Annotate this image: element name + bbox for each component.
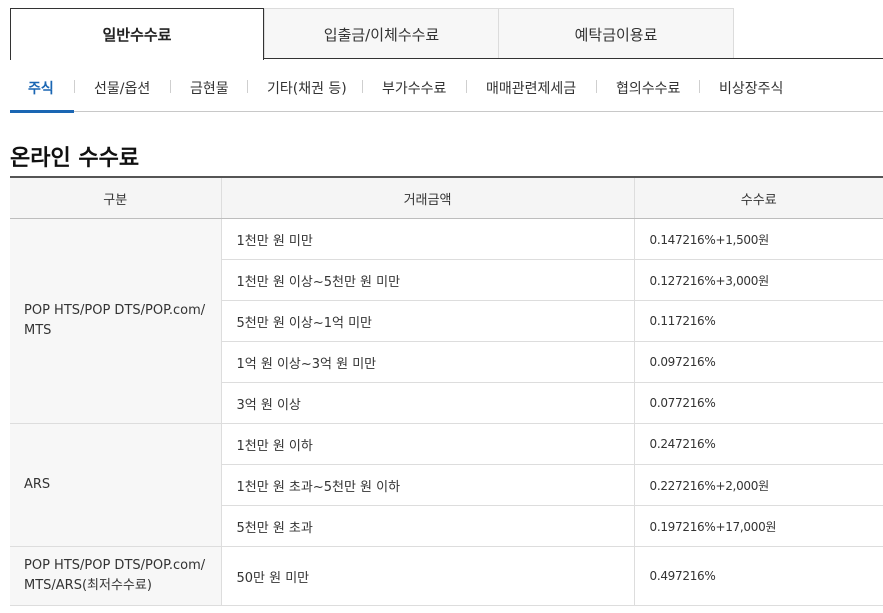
fee-cell: 0.147216%+1,500원 <box>633 218 883 260</box>
table-row: POP HTS/POP DTS/POP.com/ MTS/ARS(최저수수료) … <box>10 546 883 606</box>
group-label-line2: MTS/ARS(최저수수료) <box>24 578 152 593</box>
fee-cell: 0.097216% <box>633 341 883 383</box>
table-row: ARS 1천만 원 이하 0.247216% <box>10 423 883 547</box>
sub-tab-bar: 주식 선물/옵션 금현물 기타(채권 등) 부가수수료 매매관련제세금 협의수수… <box>10 60 883 112</box>
amount-cell: 1천만 원 이하 <box>220 423 634 465</box>
sub-tab-underline <box>10 111 883 112</box>
amount-cell: 1천만 원 초과~5천만 원 이하 <box>220 464 634 506</box>
group-label-line1: POP HTS/POP DTS/POP.com/ <box>24 303 206 318</box>
subtab-separator <box>247 80 248 93</box>
group-label-line1: POP HTS/POP DTS/POP.com/ <box>24 558 206 573</box>
subtab-negotiated-fee[interactable]: 협의수수료 <box>616 78 680 98</box>
subtab-active-indicator <box>10 110 74 113</box>
table-row: POP HTS/POP DTS/POP.com/ MTS 1천만 원 미만 0.… <box>10 218 883 424</box>
tab-deposit-interest[interactable]: 예탁금이용료 <box>498 8 734 59</box>
group-cell-ars: ARS <box>10 423 221 547</box>
subtab-unlisted-stock[interactable]: 비상장주식 <box>719 78 783 98</box>
subtab-separator <box>596 80 597 93</box>
group-label-line1: ARS <box>24 477 51 492</box>
subtab-stock[interactable]: 주식 <box>28 78 54 98</box>
tab-general-fee[interactable]: 일반수수료 <box>10 8 264 60</box>
subtab-gold-spot[interactable]: 금현물 <box>190 78 229 98</box>
amount-cell: 3억 원 이상 <box>220 382 634 424</box>
group-cell-online: POP HTS/POP DTS/POP.com/ MTS <box>10 218 221 424</box>
fee-table: 구분 거래금액 수수료 POP HTS/POP DTS/POP.com/ MTS… <box>10 176 883 606</box>
subtab-separator <box>170 80 171 93</box>
fee-cell: 0.247216% <box>633 423 883 465</box>
fee-cell: 0.127216%+3,000원 <box>633 259 883 301</box>
subtab-separator <box>74 80 75 93</box>
fee-cell: 0.227216%+2,000원 <box>633 464 883 506</box>
amount-cell: 1천만 원 미만 <box>220 218 634 260</box>
group-cell-minimum: POP HTS/POP DTS/POP.com/ MTS/ARS(최저수수료) <box>10 546 221 606</box>
top-tab-divider <box>264 58 883 59</box>
section-title: 온라인 수수료 <box>10 146 140 171</box>
header-trade-amount: 거래금액 <box>220 176 634 219</box>
subtab-trading-taxes[interactable]: 매매관련제세금 <box>486 78 576 98</box>
fee-cell: 0.117216% <box>633 300 883 342</box>
subtab-separator <box>466 80 467 93</box>
subtab-futures-options[interactable]: 선물/옵션 <box>94 78 150 98</box>
table-header-row: 구분 거래금액 수수료 <box>10 176 883 219</box>
subtab-other-bonds[interactable]: 기타(채권 등) <box>267 78 347 98</box>
amount-cell: 1억 원 이상~3억 원 미만 <box>220 341 634 383</box>
group-label-line2: MTS <box>24 323 52 338</box>
header-fee: 수수료 <box>633 176 883 219</box>
amount-cell: 5천만 원 초과 <box>220 505 634 547</box>
header-category: 구분 <box>10 176 221 219</box>
amount-cell: 50만 원 미만 <box>220 546 634 606</box>
amount-cell: 5천만 원 이상~1억 미만 <box>220 300 634 342</box>
fee-cell: 0.077216% <box>633 382 883 424</box>
fee-cell: 0.497216% <box>633 546 883 606</box>
tab-deposit-transfer-fee[interactable]: 입출금/이체수수료 <box>264 8 499 59</box>
subtab-separator <box>362 80 363 93</box>
subtab-additional-fee[interactable]: 부가수수료 <box>382 78 446 98</box>
subtab-separator <box>699 80 700 93</box>
amount-cell: 1천만 원 이상~5천만 원 미만 <box>220 259 634 301</box>
fee-cell: 0.197216%+17,000원 <box>633 505 883 547</box>
top-tab-bar: 일반수수료 입출금/이체수수료 예탁금이용료 <box>10 8 734 60</box>
